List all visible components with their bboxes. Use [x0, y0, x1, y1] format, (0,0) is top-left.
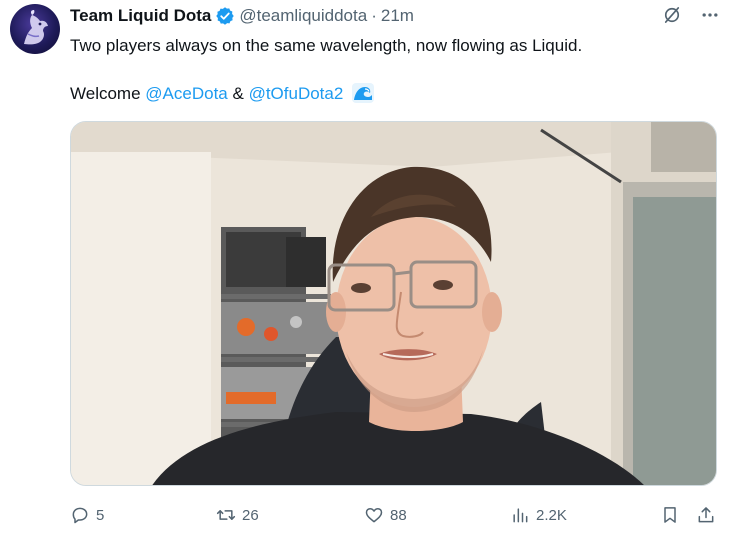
- slashed-circle-icon[interactable]: [662, 5, 682, 25]
- retweet-count: 26: [242, 506, 259, 524]
- timestamp[interactable]: 21m: [381, 6, 414, 26]
- views-chart-icon: [513, 508, 528, 523]
- separator-dot: ·: [371, 6, 377, 25]
- verified-badge-icon[interactable]: [215, 6, 235, 26]
- mention-tofudota2[interactable]: @tOfuDota2: [249, 84, 344, 103]
- heart-icon: [365, 508, 383, 523]
- handle[interactable]: @teamliquiddota: [239, 6, 367, 26]
- share-button[interactable]: [696, 500, 716, 530]
- bookmark-icon: [664, 507, 676, 523]
- reply-button[interactable]: 5: [70, 500, 104, 530]
- tweet-header-actions: [662, 5, 720, 25]
- bookmark-button[interactable]: [660, 500, 680, 530]
- like-button[interactable]: 88: [364, 500, 407, 530]
- tweet-header: Team Liquid Dota @teamliquiddota · 21m: [70, 4, 414, 28]
- share-upload-icon: [698, 507, 714, 523]
- mention-acedota[interactable]: @AceDota: [145, 84, 227, 103]
- welcome-text: Welcome: [70, 84, 141, 103]
- tweet-video[interactable]: [70, 121, 717, 486]
- wave-emoji-icon: [352, 83, 375, 103]
- tweet-welcome-line: Welcome @AceDota & @tOfuDota2: [70, 82, 710, 106]
- views-count: 2.2K: [536, 506, 567, 524]
- views-button[interactable]: 2.2K: [510, 500, 567, 530]
- retweet-icon: [216, 510, 236, 520]
- retweet-button[interactable]: 26: [216, 500, 259, 530]
- avatar[interactable]: [10, 4, 60, 54]
- tweet-text: Two players always on the same wavelengt…: [70, 34, 710, 106]
- team-liquid-horse-logo-icon: [24, 10, 48, 45]
- video-frame-person: [71, 122, 716, 485]
- reply-icon: [72, 507, 88, 524]
- display-name[interactable]: Team Liquid Dota: [70, 6, 211, 26]
- tweet-action-bar: 5 26 88 2.2K: [70, 500, 720, 530]
- ampersand-text: &: [232, 84, 244, 103]
- reply-count: 5: [96, 506, 105, 524]
- more-dots-icon[interactable]: [700, 5, 720, 25]
- tweet-text-line: Two players always on the same wavelengt…: [70, 36, 583, 55]
- like-count: 88: [390, 506, 407, 524]
